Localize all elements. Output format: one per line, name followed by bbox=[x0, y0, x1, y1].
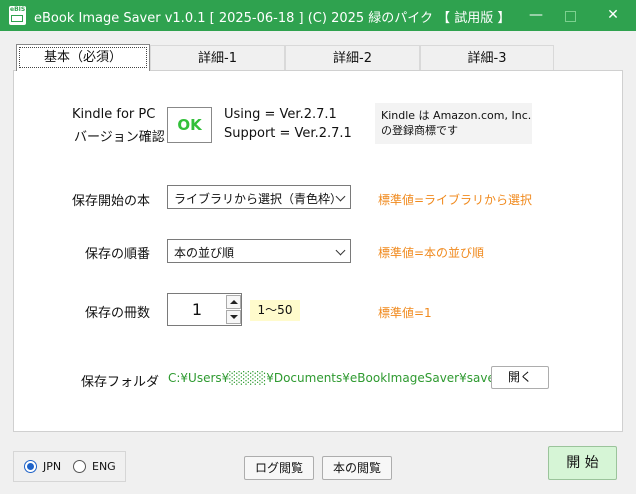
view-log-button[interactable]: ログ閲覧 bbox=[244, 456, 314, 480]
language-group: JPN ENG bbox=[13, 451, 126, 482]
trademark-line1: Kindle は Amazon.com, Inc. bbox=[381, 109, 532, 122]
radio-eng-label: ENG bbox=[92, 460, 116, 473]
tab-detail-3[interactable]: 詳細-3 bbox=[420, 45, 554, 70]
minimize-icon[interactable]: — bbox=[526, 6, 546, 24]
count-hint: 標準値=1 bbox=[378, 306, 432, 320]
order-label: 保存の順番 bbox=[85, 247, 151, 262]
view-book-button[interactable]: 本の閲覧 bbox=[322, 456, 392, 480]
version-status-badge: OK bbox=[167, 107, 212, 143]
order-value: 本の並び順 bbox=[174, 246, 235, 260]
trademark-note: Kindle は Amazon.com, Inc. の登録商標です bbox=[375, 103, 532, 144]
title-bar: eBIS eBook Image Saver v1.0.1 [ 2025-06-… bbox=[0, 0, 636, 31]
stepper-up-icon[interactable] bbox=[226, 295, 241, 309]
radio-eng[interactable] bbox=[73, 460, 86, 473]
tab-basic[interactable]: 基本（必須） bbox=[16, 44, 150, 71]
maximize-icon[interactable] bbox=[560, 6, 580, 24]
close-icon[interactable]: ✕ bbox=[603, 6, 623, 24]
kindle-label-line1: Kindle for PC bbox=[72, 107, 156, 122]
folder-path: C:¥Users¥░░░░¥Documents¥eBookImageSaver¥… bbox=[168, 371, 495, 385]
count-value: 1 bbox=[191, 300, 203, 319]
start-book-select[interactable]: ライブラリから選択（青色枠） bbox=[167, 185, 351, 209]
chevron-down-icon bbox=[335, 245, 346, 256]
stepper-down-icon[interactable] bbox=[226, 310, 241, 324]
radio-jpn[interactable] bbox=[24, 460, 37, 473]
window-title: eBook Image Saver v1.0.1 [ 2025-06-18 ] … bbox=[34, 11, 511, 26]
order-hint: 標準値=本の並び順 bbox=[378, 246, 485, 260]
count-label: 保存の冊数 bbox=[85, 306, 151, 321]
trademark-line2: の登録商標です bbox=[381, 124, 458, 137]
app-icon: eBIS bbox=[9, 6, 26, 25]
start-book-label: 保存開始の本 bbox=[72, 194, 151, 209]
start-button[interactable]: 開 始 bbox=[548, 446, 617, 480]
count-range-badge: 1〜50 bbox=[250, 300, 300, 321]
count-stepper[interactable]: 1 bbox=[167, 293, 242, 326]
tab-detail-2[interactable]: 詳細-2 bbox=[285, 45, 420, 70]
support-version: Support = Ver.2.7.1 bbox=[224, 126, 352, 141]
start-book-hint: 標準値=ライブラリから選択 bbox=[378, 193, 533, 207]
using-version: Using = Ver.2.7.1 bbox=[224, 107, 337, 122]
folder-label: 保存フォルダ bbox=[81, 375, 160, 390]
kindle-label-line2: バージョン確認 bbox=[74, 130, 165, 145]
radio-jpn-label: JPN bbox=[43, 460, 62, 473]
open-folder-button[interactable]: 開く bbox=[491, 366, 549, 389]
tab-detail-1[interactable]: 詳細-1 bbox=[150, 45, 285, 70]
order-select[interactable]: 本の並び順 bbox=[167, 239, 351, 263]
start-book-value: ライブラリから選択（青色枠） bbox=[174, 192, 343, 206]
